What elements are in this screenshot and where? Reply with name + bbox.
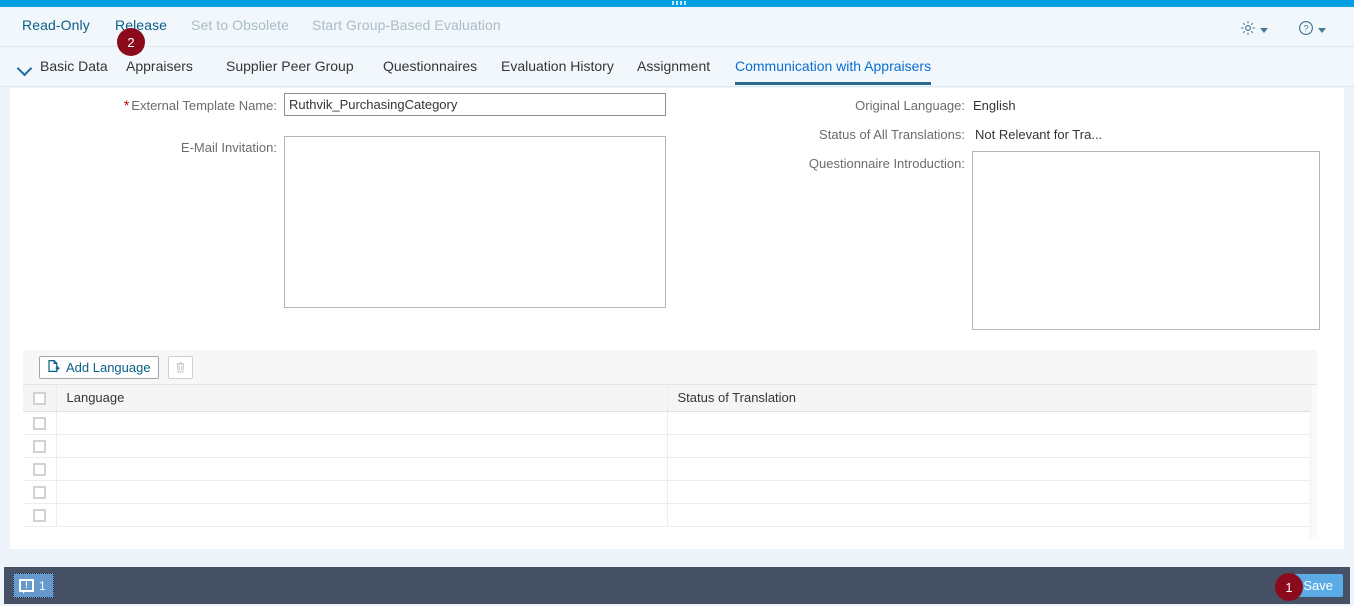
tab-assignment[interactable]: Assignment: [637, 58, 710, 74]
cell-language: [56, 434, 667, 458]
tab-bar: Basic Data Appraisers Supplier Peer Grou…: [0, 47, 1354, 87]
column-header-language[interactable]: Language: [56, 385, 667, 412]
table-row[interactable]: [23, 503, 1317, 527]
footer-bar: ! 1 1 Save: [4, 567, 1350, 604]
step-marker-2: 2: [117, 28, 145, 56]
row-checkbox[interactable]: [32, 486, 46, 500]
cell-status-of-translation: [666, 480, 1317, 504]
table-row[interactable]: [23, 411, 1317, 435]
column-header-status-of-translation[interactable]: Status of Translation: [666, 385, 1317, 412]
action-toolbar: Read-Only Release Set to Obsolete Start …: [0, 7, 1354, 47]
add-document-icon: [47, 359, 61, 376]
email-invitation-textarea[interactable]: [284, 136, 666, 308]
message-popover-button[interactable]: ! 1: [13, 573, 54, 598]
question-mark-icon: ?: [1298, 20, 1314, 39]
row-checkbox[interactable]: [32, 440, 46, 454]
row-select-cell: [23, 411, 57, 435]
email-invitation-label: E-Mail Invitation:: [180, 140, 277, 155]
svg-text:?: ?: [1303, 23, 1308, 33]
external-template-name-label: * External Template Name:: [123, 97, 277, 113]
message-count: 1: [39, 578, 46, 593]
add-language-label: Add Language: [66, 359, 151, 375]
tab-questionnaires[interactable]: Questionnaires: [383, 58, 477, 74]
table-scrollbar[interactable]: [1310, 385, 1317, 538]
table-row[interactable]: [23, 434, 1317, 458]
select-all-header: [23, 385, 57, 412]
chevron-down-icon[interactable]: [16, 60, 33, 77]
chevron-down-icon: [1318, 28, 1326, 33]
table-row[interactable]: [23, 457, 1317, 481]
row-select-cell: [23, 434, 57, 458]
cell-status-of-translation: [666, 434, 1317, 458]
tab-appraisers[interactable]: Appraisers: [126, 58, 193, 74]
chevron-down-icon: [1260, 28, 1268, 33]
cell-language: [56, 503, 667, 527]
message-alert-icon: !: [19, 579, 34, 594]
tab-basic-data[interactable]: Basic Data: [40, 58, 108, 74]
set-to-obsolete-button: Set to Obsolete: [191, 17, 290, 33]
row-select-cell: [23, 480, 57, 504]
tab-supplier-peer-group[interactable]: Supplier Peer Group: [226, 58, 354, 74]
original-language-value: English: [973, 98, 1016, 113]
row-checkbox[interactable]: [32, 463, 46, 477]
status-of-all-translations-value: Not Relevant for Tra...: [975, 127, 1103, 142]
row-checkbox[interactable]: [32, 509, 46, 523]
language-table-section: Add Language Language Status of Translat…: [23, 350, 1317, 538]
status-of-all-translations-label: Status of All Translations:: [819, 127, 965, 142]
cell-status-of-translation: [666, 457, 1317, 481]
delete-row-button: [167, 355, 193, 379]
language-table: Language Status of Translation: [23, 385, 1317, 527]
add-language-button[interactable]: Add Language: [39, 355, 159, 379]
required-asterisk: *: [123, 97, 130, 113]
gear-icon: [1240, 20, 1256, 39]
cell-language: [56, 457, 667, 481]
cell-language: [56, 480, 667, 504]
questionnaire-introduction-textarea[interactable]: [972, 151, 1320, 330]
table-row[interactable]: [23, 480, 1317, 504]
window-drag-strip[interactable]: [0, 0, 1354, 7]
cell-status-of-translation: [666, 503, 1317, 527]
select-all-checkbox[interactable]: [32, 392, 46, 406]
read-only-button[interactable]: Read-Only: [22, 17, 90, 33]
original-language-label: Original Language:: [855, 98, 965, 113]
external-template-name-input[interactable]: [284, 93, 666, 116]
drag-handle-icon: [672, 1, 686, 5]
cell-language: [56, 411, 667, 435]
tab-evaluation-history[interactable]: Evaluation History: [501, 58, 614, 74]
tab-communication-with-appraisers[interactable]: Communication with Appraisers: [735, 58, 932, 85]
row-select-cell: [23, 503, 57, 527]
row-checkbox[interactable]: [32, 417, 46, 431]
start-group-based-evaluation-button: Start Group-Based Evaluation: [312, 17, 501, 33]
form-content-panel: *External Template Name: E-Mail Invitati…: [10, 88, 1344, 549]
row-select-cell: [23, 457, 57, 481]
questionnaire-introduction-label: Questionnaire Introduction:: [808, 156, 965, 171]
cell-status-of-translation: [666, 411, 1317, 435]
table-header-row: Language Status of Translation: [23, 385, 1317, 412]
help-menu-button[interactable]: ?: [1298, 20, 1326, 39]
table-toolbar: Add Language: [23, 350, 1317, 385]
settings-menu-button[interactable]: [1240, 20, 1268, 39]
step-marker-1: 1: [1275, 573, 1303, 601]
